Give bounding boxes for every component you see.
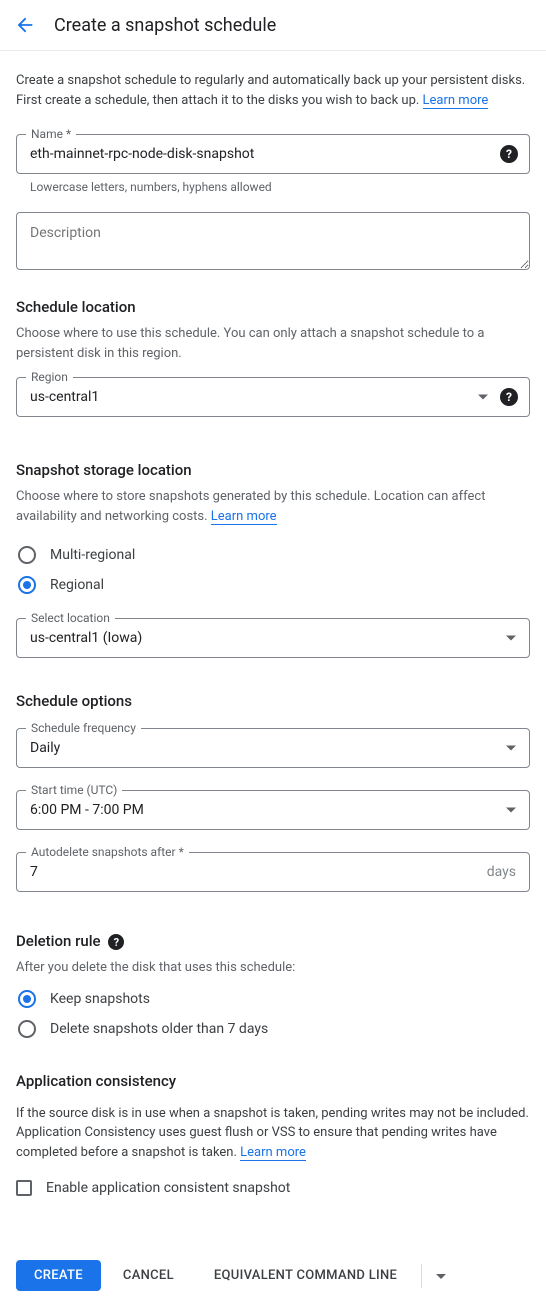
- app-consistency-learn-more-link[interactable]: Learn more: [240, 1145, 306, 1161]
- radio-keep-snapshots[interactable]: Keep snapshots: [18, 984, 530, 1014]
- frequency-label: Schedule frequency: [26, 721, 141, 735]
- intro-text: Create a snapshot schedule to regularly …: [16, 71, 530, 110]
- storage-location-select-wrap: Select location us-central1 (Iowa): [16, 618, 530, 658]
- checkbox-label: Enable application consistent snapshot: [46, 1180, 290, 1196]
- region-label: Region: [26, 370, 73, 384]
- radio-icon: [18, 1020, 36, 1038]
- schedule-location-title: Schedule location: [16, 298, 530, 316]
- cancel-button[interactable]: CANCEL: [105, 1260, 192, 1291]
- divider: [421, 1264, 422, 1288]
- description-textarea[interactable]: [16, 212, 530, 270]
- footer-actions: CREATE CANCEL EQUIVALENT COMMAND LINE: [0, 1246, 546, 1311]
- storage-location-desc: Choose where to store snapshots generate…: [16, 487, 530, 526]
- storage-location-title: Snapshot storage location: [16, 461, 530, 479]
- radio-icon: [18, 576, 36, 594]
- region-select-wrap: Region us-central1 ?: [16, 377, 530, 417]
- radio-label: Regional: [50, 577, 104, 593]
- radio-delete-older[interactable]: Delete snapshots older than 7 days: [18, 1014, 530, 1044]
- radio-label: Delete snapshots older than 7 days: [50, 1021, 268, 1037]
- frequency-select-wrap: Schedule frequency Daily: [16, 728, 530, 768]
- intro-learn-more-link[interactable]: Learn more: [423, 93, 489, 109]
- enable-app-consistency-checkbox[interactable]: Enable application consistent snapshot: [16, 1174, 530, 1202]
- radio-label: Multi-regional: [50, 547, 135, 563]
- app-consistency-title: Application consistency: [16, 1072, 530, 1090]
- name-field-wrap: Name * ?: [16, 134, 530, 174]
- checkbox-icon: [16, 1180, 32, 1196]
- app-consistency-desc: If the source disk is in use when a snap…: [16, 1104, 530, 1163]
- radio-icon: [18, 990, 36, 1008]
- storage-location-label: Select location: [26, 611, 115, 625]
- schedule-options-title: Schedule options: [16, 692, 530, 710]
- description-field-wrap: [16, 212, 530, 274]
- deletion-rule-text: Deletion rule: [16, 932, 101, 950]
- name-label: Name *: [26, 127, 76, 141]
- help-icon[interactable]: ?: [500, 388, 518, 406]
- name-hint: Lowercase letters, numbers, hyphens allo…: [30, 180, 530, 194]
- back-arrow-icon[interactable]: [14, 14, 36, 36]
- page-title: Create a snapshot schedule: [54, 15, 276, 36]
- autodelete-label: Autodelete snapshots after *: [26, 845, 189, 859]
- start-time-select-wrap: Start time (UTC) 6:00 PM - 7:00 PM: [16, 790, 530, 830]
- help-icon[interactable]: ?: [500, 145, 518, 163]
- equivalent-command-line-button[interactable]: EQUIVALENT COMMAND LINE: [196, 1260, 415, 1291]
- radio-icon: [18, 546, 36, 564]
- page-header: Create a snapshot schedule: [0, 0, 546, 51]
- schedule-location-desc: Choose where to use this schedule. You c…: [16, 324, 530, 363]
- deletion-rule-title: Deletion rule ?: [16, 932, 530, 950]
- start-time-label: Start time (UTC): [26, 783, 122, 797]
- region-select[interactable]: us-central1: [16, 377, 530, 417]
- radio-label: Keep snapshots: [50, 991, 150, 1007]
- create-button[interactable]: CREATE: [16, 1260, 101, 1291]
- deletion-rule-desc: After you delete the disk that uses this…: [16, 958, 530, 978]
- storage-learn-more-link[interactable]: Learn more: [211, 509, 277, 525]
- name-input[interactable]: [16, 134, 530, 174]
- radio-multi-regional[interactable]: Multi-regional: [18, 540, 530, 570]
- command-line-dropdown-button[interactable]: [428, 1262, 454, 1289]
- chevron-down-icon: [436, 1274, 446, 1280]
- radio-regional[interactable]: Regional: [18, 570, 530, 600]
- help-icon[interactable]: ?: [108, 934, 124, 950]
- autodelete-field-wrap: Autodelete snapshots after * days: [16, 852, 530, 892]
